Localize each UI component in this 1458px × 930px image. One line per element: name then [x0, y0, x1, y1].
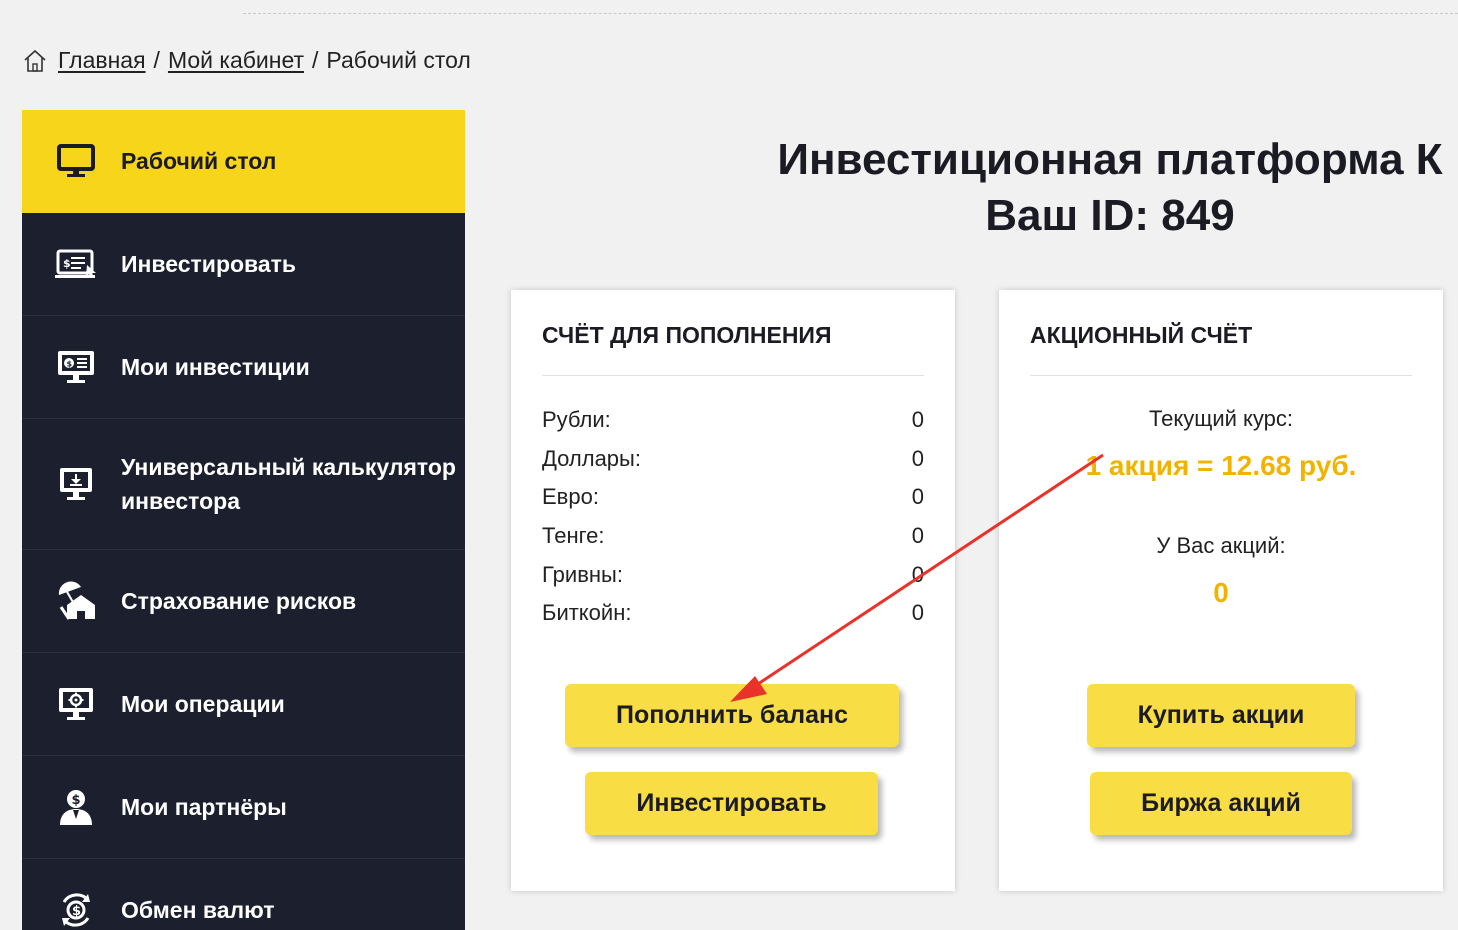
shares-count: 0: [1213, 577, 1229, 608]
sidebar-item-label: Страхование рисков: [121, 588, 357, 614]
sidebar: Рабочий стол $ Инвестировать $ Мои инвес…: [22, 110, 465, 930]
breadcrumb-separator: /: [153, 47, 160, 73]
sidebar-item-partners[interactable]: $ Мои партнёры: [22, 756, 465, 859]
svg-text:$: $: [67, 360, 73, 369]
shares-caption: У Вас акций:: [1156, 533, 1286, 558]
sidebar-item-label: Рабочий стол: [121, 148, 277, 174]
user-id: Ваш ID: 849: [985, 191, 1235, 240]
breadcrumb-separator: /: [312, 47, 319, 73]
svg-text:$: $: [63, 257, 71, 270]
breadcrumb-cabinet-link[interactable]: Мой кабинет: [168, 47, 304, 74]
balance-row: Биткойн: 0: [542, 600, 924, 626]
sidebar-item-label: Мои инвестиции: [121, 354, 310, 380]
balance-row: Тенге: 0: [542, 523, 924, 549]
balance-row: Евро: 0: [542, 484, 924, 510]
breadcrumb-current: Рабочий стол: [326, 47, 471, 73]
share-exchange-button[interactable]: Биржа акций: [1090, 772, 1352, 835]
exchange-icon: $: [55, 889, 97, 930]
balance-value: 0: [911, 446, 924, 471]
calculator-icon: [55, 463, 97, 505]
rate-value: 1 акция = 12.68 руб.: [1085, 450, 1357, 481]
share-account-heading: АКЦИОННЫЙ СЧЁТ: [1030, 322, 1412, 376]
sidebar-item-currency-exchange[interactable]: $ Обмен валют: [22, 859, 465, 930]
balance-row: Доллары: 0: [542, 446, 924, 472]
balance-row: Гривны: 0: [542, 562, 924, 588]
sidebar-item-insurance[interactable]: Страхование рисков: [22, 550, 465, 653]
sidebar-item-invest[interactable]: $ Инвестировать: [22, 213, 465, 316]
balance-label: Доллары:: [542, 446, 641, 471]
sidebar-item-label: Обмен валют: [121, 897, 275, 923]
monitor-icon: [55, 140, 97, 182]
deposit-account-heading: СЧЁТ ДЛЯ ПОПОЛНЕНИЯ: [542, 322, 924, 376]
balance-value: 0: [911, 600, 924, 625]
rate-caption: Текущий курс:: [1148, 406, 1294, 431]
balance-value: 0: [911, 407, 924, 432]
insurance-icon: [55, 580, 97, 622]
topup-balance-button[interactable]: Пополнить баланс: [565, 684, 899, 747]
balance-label: Тенге:: [542, 523, 605, 548]
invest-button[interactable]: Инвестировать: [585, 772, 878, 835]
sidebar-item-operations[interactable]: Мои операции: [22, 653, 465, 756]
partners-icon: $: [55, 786, 97, 828]
sidebar-item-dashboard[interactable]: Рабочий стол: [22, 110, 465, 213]
balance-label: Евро:: [542, 484, 599, 509]
buy-shares-button[interactable]: Купить акции: [1087, 684, 1355, 747]
balance-value: 0: [911, 562, 924, 587]
page-title: Инвестиционная платформа К Ваш ID: 849: [560, 132, 1458, 244]
balance-value: 0: [911, 484, 924, 509]
sidebar-item-my-investments[interactable]: $ Мои инвестиции: [22, 316, 465, 419]
sidebar-item-label: Мои партнёры: [121, 794, 287, 820]
invest-icon: $: [55, 243, 97, 285]
breadcrumb: Главная / Мой кабинет / Рабочий стол: [22, 47, 471, 74]
balance-label: Гривны:: [542, 562, 623, 587]
balance-value: 0: [911, 523, 924, 548]
breadcrumb-home-link[interactable]: Главная: [58, 47, 146, 74]
svg-text:$: $: [72, 793, 81, 808]
home-icon[interactable]: [22, 48, 48, 74]
balance-row: Рубли: 0: [542, 407, 924, 433]
platform-title: Инвестиционная платформа К: [777, 135, 1443, 184]
svg-text:$: $: [72, 904, 81, 919]
balance-label: Биткойн:: [542, 600, 632, 625]
top-divider: [243, 13, 1458, 14]
investments-icon: $: [55, 346, 97, 388]
sidebar-item-label: Мои операции: [121, 691, 285, 717]
sidebar-item-label: Универсальный калькулятор инвестора: [121, 454, 456, 514]
deposit-account-card: СЧЁТ ДЛЯ ПОПОЛНЕНИЯ Рубли: 0 Доллары: 0 …: [511, 290, 955, 891]
operations-icon: [55, 683, 97, 725]
share-account-card: АКЦИОННЫЙ СЧЁТ Текущий курс: 1 акция = 1…: [999, 290, 1443, 891]
sidebar-item-calculator[interactable]: Универсальный калькулятор инвестора: [22, 419, 465, 550]
balance-label: Рубли:: [542, 407, 611, 432]
sidebar-item-label: Инвестировать: [121, 251, 297, 277]
